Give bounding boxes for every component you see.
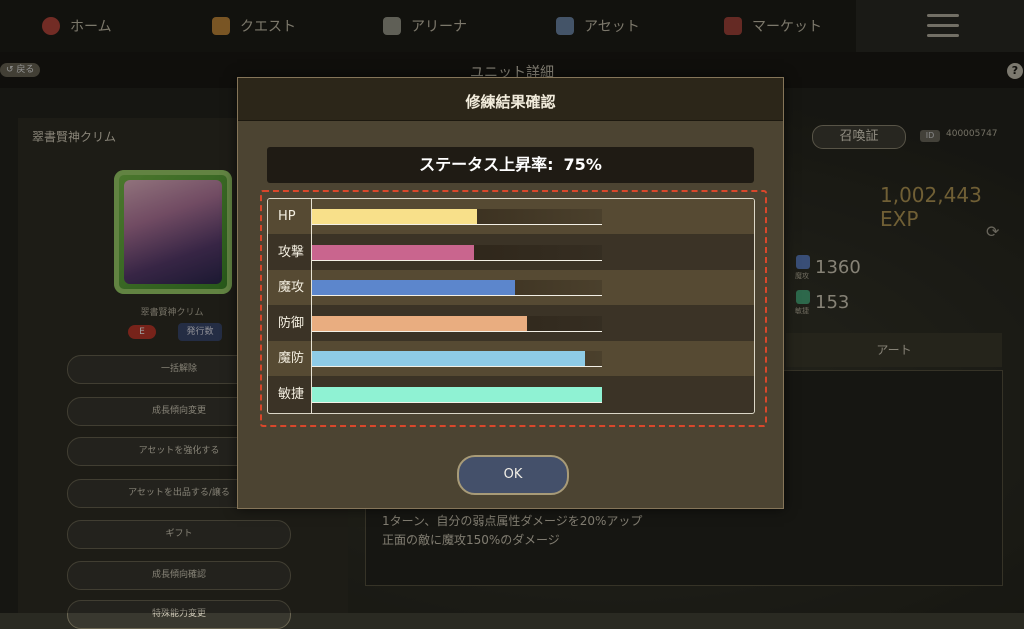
stat-bar-baseline	[312, 224, 602, 225]
stat-bar-baseline	[312, 259, 602, 261]
column-divider	[311, 199, 312, 413]
ok-button[interactable]: OK	[457, 455, 569, 495]
status-rate-box: ステータス上昇率: 75%	[267, 147, 754, 183]
stat-bars-table: HP 攻撃魔攻防御魔防敏捷	[267, 198, 755, 414]
dialog-header: 修練結果確認	[238, 78, 783, 121]
stat-bar-baseline	[312, 366, 602, 368]
stat-label: 防御	[278, 315, 305, 331]
stat-row: 魔防	[268, 341, 754, 377]
dialog-title: 修練結果確認	[465, 93, 556, 111]
stat-bar-fill	[312, 387, 602, 403]
stat-row: 攻撃	[268, 234, 754, 270]
stat-bar-baseline	[312, 402, 602, 403]
stat-bar-fill	[312, 280, 515, 297]
stat-row: 防御	[268, 305, 754, 341]
rate-label: ステータス上昇率:	[419, 155, 554, 174]
stat-label: HP	[278, 209, 296, 224]
stat-bar-baseline	[312, 295, 602, 297]
stat-row: 魔攻	[268, 270, 754, 306]
stat-bar-fill	[312, 244, 474, 261]
stat-row: 敏捷	[268, 377, 754, 412]
stat-bar-fill	[312, 315, 527, 332]
stat-row: HP	[268, 199, 754, 234]
stat-label: 魔攻	[278, 280, 305, 296]
stat-label: 魔防	[278, 351, 305, 367]
rate-value: 75%	[563, 155, 602, 174]
stat-bar-baseline	[312, 330, 602, 332]
stat-bar-fill	[312, 351, 585, 368]
stat-label: 敏捷	[278, 387, 305, 402]
stat-bar-fill	[312, 209, 477, 225]
stat-label: 攻撃	[278, 244, 305, 260]
training-result-dialog: 修練結果確認 ステータス上昇率: 75% HP 攻撃魔攻防御魔防敏捷 OK	[237, 77, 784, 509]
